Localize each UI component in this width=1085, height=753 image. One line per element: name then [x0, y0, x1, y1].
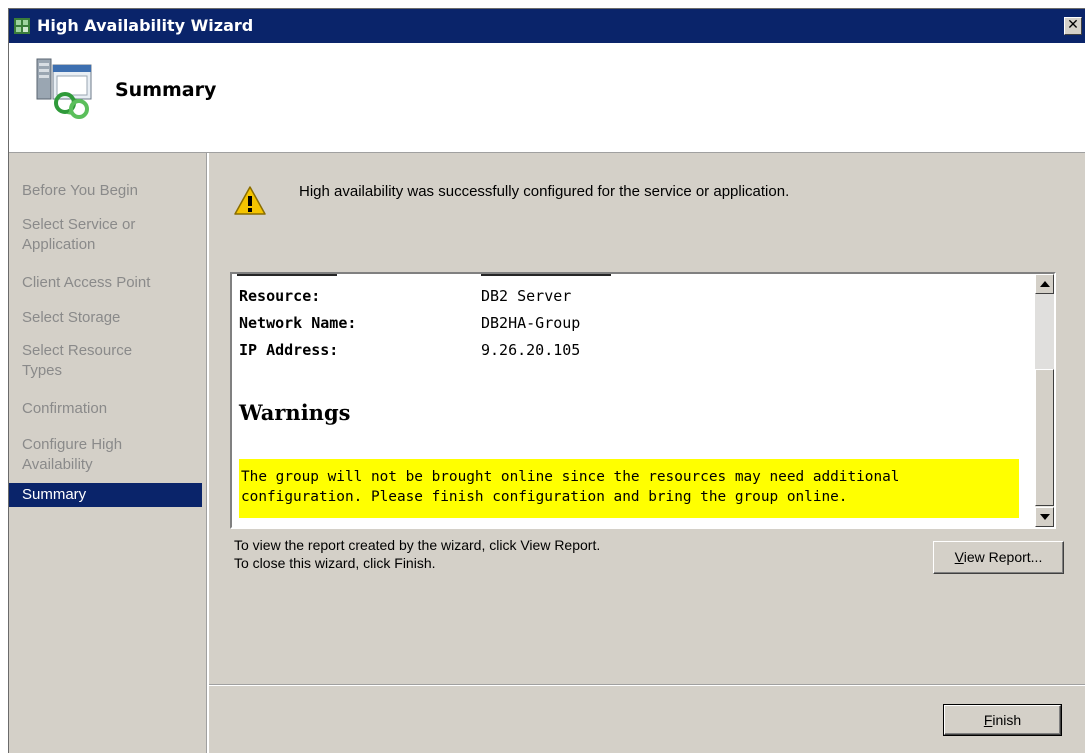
scroll-thumb[interactable]	[1035, 369, 1054, 506]
arrow-up-icon	[1040, 281, 1050, 287]
step-confirmation[interactable]: Confirmation	[9, 399, 202, 419]
close-icon: ✕	[1067, 17, 1079, 33]
step-select-resource-types[interactable]: Select Resource Types	[9, 341, 169, 381]
arrow-down-icon	[1040, 514, 1050, 520]
warning-highlight: The group will not be brought online sin…	[239, 459, 1019, 518]
wizard-content: High availability was successfully confi…	[209, 153, 1085, 753]
view-report-accelerator: V	[954, 549, 964, 565]
warning-line-2: configuration. Please finish configurati…	[241, 489, 848, 505]
close-button[interactable]: ✕	[1064, 17, 1082, 35]
scroll-down-button[interactable]	[1035, 507, 1054, 527]
finish-label: inish	[992, 712, 1022, 728]
scroll-up-button[interactable]	[1035, 274, 1054, 294]
view-report-button[interactable]: View Report...	[933, 541, 1064, 574]
report-scrollbar[interactable]	[1035, 274, 1054, 527]
step-select-service[interactable]: Select Service or Application	[9, 215, 169, 255]
hint-view-report: To view the report created by the wizard…	[234, 537, 601, 553]
step-before-you-begin[interactable]: Before You Begin	[9, 181, 202, 201]
button-separator	[209, 684, 1085, 686]
wizard-window: High Availability Wizard ✕ Summary Befor…	[8, 8, 1085, 753]
wizard-steps-sidebar: Before You Begin Select Service or Appli…	[9, 153, 209, 753]
status-message: High availability was successfully confi…	[299, 183, 790, 200]
step-summary[interactable]: Summary	[9, 483, 202, 507]
summary-report-box[interactable]: Resource: DB2 Server Network Name: DB2HA…	[230, 272, 1056, 529]
report-label-resource: Resource:	[239, 287, 321, 305]
report-value-ip-address: 9.26.20.105	[481, 341, 581, 359]
cluster-server-icon	[36, 58, 92, 119]
warnings-heading: Warnings	[239, 400, 351, 425]
report-label-network-name: Network Name:	[239, 314, 357, 332]
warning-line-1: The group will not be brought online sin…	[241, 469, 900, 485]
report-value-network-name: DB2HA-Group	[481, 314, 581, 332]
finish-button[interactable]: Finish	[943, 704, 1062, 736]
step-configure-high-availability[interactable]: Configure High Availability	[9, 435, 169, 475]
page-title: Summary	[115, 79, 217, 101]
view-report-label: iew Report...	[963, 549, 1043, 565]
clipped-previous-row	[237, 274, 1027, 279]
wizard-header: Summary	[9, 43, 1085, 153]
step-select-storage[interactable]: Select Storage	[9, 308, 202, 328]
warning-icon	[234, 186, 266, 215]
report-label-ip-address: IP Address:	[239, 341, 339, 359]
title-bar[interactable]: High Availability Wizard ✕	[9, 9, 1085, 43]
wizard-icon	[14, 18, 30, 34]
scroll-track[interactable]	[1035, 294, 1054, 369]
report-value-resource: DB2 Server	[481, 287, 572, 305]
step-client-access-point[interactable]: Client Access Point	[9, 273, 202, 293]
window-title: High Availability Wizard	[37, 16, 254, 35]
hint-close-wizard: To close this wizard, click Finish.	[234, 555, 436, 571]
report-viewport: Resource: DB2 Server Network Name: DB2HA…	[232, 274, 1036, 527]
